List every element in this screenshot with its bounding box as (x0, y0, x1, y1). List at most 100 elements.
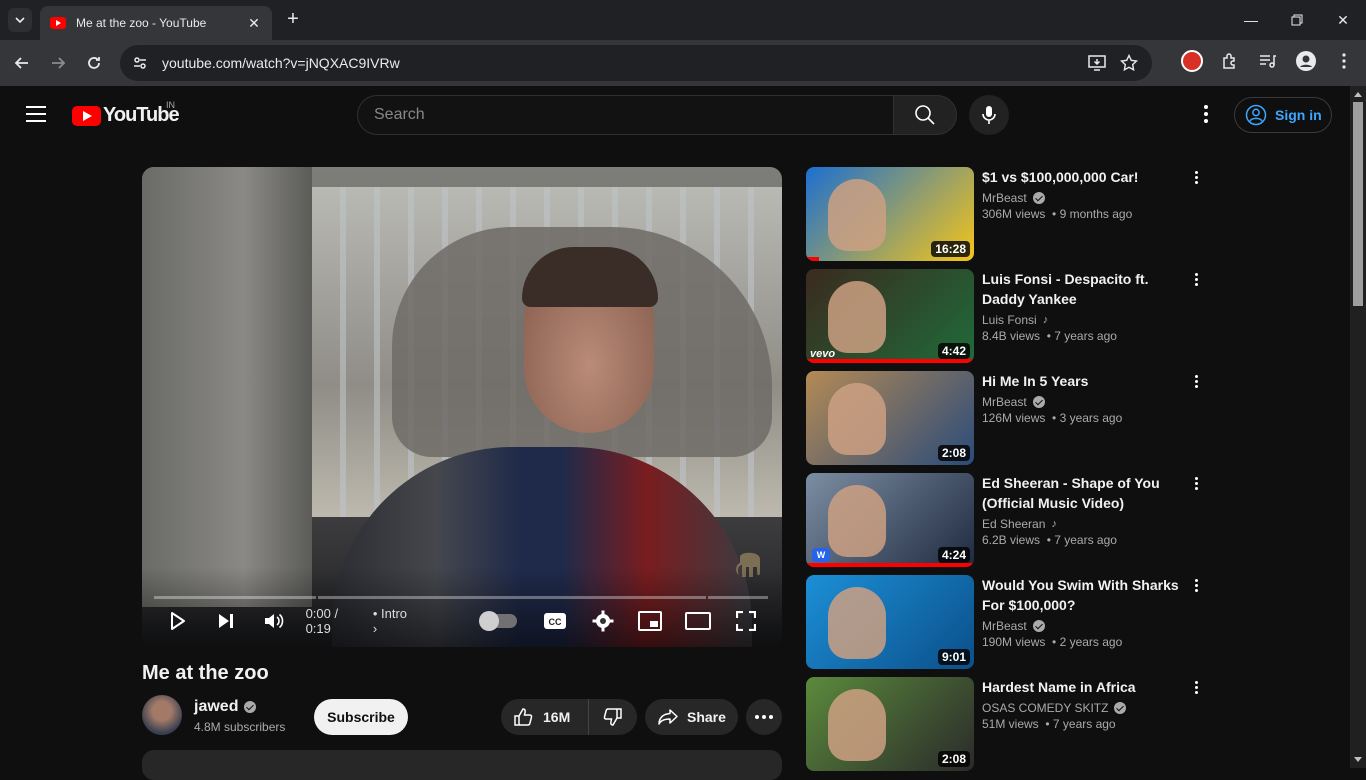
share-button[interactable]: Share (645, 699, 738, 735)
scroll-up-icon[interactable] (1354, 92, 1362, 97)
back-button[interactable] (4, 45, 40, 81)
site-settings-icon[interactable] (132, 55, 148, 71)
video-thumbnail[interactable]: 9:01 (806, 575, 974, 669)
url-text: youtube.com/watch?v=jNQXAC9IVRw (162, 55, 400, 71)
extension-button[interactable] (1178, 47, 1206, 75)
progress-bar[interactable] (154, 596, 770, 599)
profile-button[interactable] (1292, 47, 1320, 75)
search-icon (915, 105, 935, 125)
video-player[interactable]: 0:00 / 0:19 • Intro › CC (142, 167, 782, 647)
more-actions-icon[interactable] (746, 699, 782, 735)
video-thumbnail[interactable]: 2:08 (806, 371, 974, 465)
browser-tab-active[interactable]: Me at the zoo - YouTube ✕ (40, 6, 272, 40)
video-thumbnail[interactable]: 16:28 (806, 167, 974, 261)
recommendation-menu-icon[interactable] (1192, 579, 1200, 595)
recommendation-details[interactable]: Luis Fonsi - Despacito ft. Daddy Yankee L… (982, 269, 1192, 343)
browser-menu-icon[interactable] (1330, 47, 1358, 75)
recommendation-menu-icon[interactable] (1192, 477, 1200, 493)
recommendation-title: Would You Swim With Sharks For $100,000? (982, 577, 1179, 613)
recommendation-item[interactable]: 2:08 Hi Me In 5 Years MrBeast 126M views • … (806, 371, 1216, 465)
fullscreen-button[interactable] (722, 603, 770, 639)
chapter-title-button[interactable]: • Intro › (373, 606, 415, 636)
miniplayer-button[interactable] (626, 603, 674, 639)
extensions-puzzle-icon[interactable] (1216, 47, 1244, 75)
settings-menu-icon[interactable] (1196, 102, 1216, 126)
play-icon (170, 612, 185, 630)
tab-search-button[interactable] (8, 8, 32, 32)
video-title: Me at the zoo (142, 662, 269, 684)
recommendation-menu-icon[interactable] (1192, 273, 1200, 289)
recommendation-meta: 51M views • 7 years ago (982, 717, 1116, 731)
recommendation-channel: MrBeast (982, 619, 1027, 633)
theater-mode-button[interactable] (674, 603, 722, 639)
chapter-segment[interactable] (318, 596, 706, 599)
play-button[interactable] (154, 603, 202, 639)
recommendation-meta: 306M views • 9 months ago (982, 207, 1133, 221)
recommendation-channel: MrBeast (982, 395, 1027, 409)
extension-red-icon (1181, 50, 1203, 72)
captions-button[interactable]: CC (531, 603, 579, 639)
media-controls-icon[interactable] (1254, 47, 1282, 75)
thumbnail-figure (828, 485, 886, 557)
sign-in-button[interactable]: Sign in (1234, 97, 1332, 133)
share-arrow-icon (658, 709, 678, 725)
next-button[interactable] (202, 603, 250, 639)
recommendation-channel-row: MrBeast (982, 395, 1192, 409)
settings-button[interactable] (579, 603, 627, 639)
thumbnail-figure (828, 587, 886, 659)
recommendation-item[interactable]: 9:01 Would You Swim With Sharks For $100,… (806, 575, 1216, 669)
install-app-icon[interactable] (1086, 52, 1108, 74)
forward-button[interactable] (40, 45, 76, 81)
browser-tab-bar: Me at the zoo - YouTube ✕ + — ✕ (0, 0, 1366, 40)
channel-avatar[interactable] (142, 695, 182, 735)
scroll-down-icon[interactable] (1354, 757, 1362, 762)
like-button[interactable]: 16M (501, 699, 589, 735)
recommendation-details[interactable]: Would You Swim With Sharks For $100,000?… (982, 575, 1192, 649)
address-bar[interactable]: youtube.com/watch?v=jNQXAC9IVRw (120, 45, 1152, 81)
search-placeholder: Search (374, 106, 425, 123)
recommendation-channel: Luis Fonsi (982, 313, 1037, 327)
new-tab-button[interactable]: + (282, 9, 304, 31)
recommendation-details[interactable]: Hi Me In 5 Years MrBeast 126M views • 3 ye… (982, 371, 1192, 425)
volume-button[interactable] (250, 603, 298, 639)
close-window-button[interactable]: ✕ (1320, 0, 1366, 40)
close-tab-icon[interactable]: ✕ (246, 15, 262, 32)
channel-name-link[interactable]: jawed (194, 698, 257, 716)
video-thumbnail[interactable]: vevo 4:42 (806, 269, 974, 363)
recommendation-menu-icon[interactable] (1192, 681, 1200, 697)
description-box[interactable] (142, 750, 782, 780)
video-thumbnail[interactable]: W 4:24 (806, 473, 974, 567)
voice-search-button[interactable] (969, 95, 1009, 135)
recommendation-item[interactable]: W 4:24 Ed Sheeran - Shape of You (Official… (806, 473, 1216, 567)
autoplay-toggle[interactable] (478, 611, 517, 631)
microphone-icon (982, 106, 996, 124)
scrollbar-thumb[interactable] (1353, 102, 1363, 306)
recommendation-item[interactable]: vevo 4:42 Luis Fonsi - Despacito ft. Daddy… (806, 269, 1216, 363)
chapter-segment[interactable] (154, 596, 316, 599)
bookmark-star-icon[interactable] (1118, 52, 1140, 74)
page-scrollbar[interactable] (1350, 86, 1366, 768)
restore-icon (1291, 14, 1303, 26)
reload-button[interactable] (76, 45, 112, 81)
volume-icon (264, 613, 283, 629)
recommendation-details[interactable]: Hardest Name in Africa OSAS COMEDY SKITZ 5… (982, 677, 1192, 731)
chapter-segment[interactable] (708, 596, 768, 599)
restore-button[interactable] (1274, 0, 1320, 40)
search-input[interactable]: Search (357, 95, 894, 135)
view-count: 126M views (982, 411, 1046, 425)
recommendation-details[interactable]: $1 vs $100,000,000 Car! MrBeast 306M views… (982, 167, 1192, 221)
guide-menu-icon[interactable] (26, 106, 46, 127)
recommendation-menu-icon[interactable] (1192, 375, 1200, 391)
recommendation-menu-icon[interactable] (1192, 171, 1200, 187)
minimize-button[interactable]: — (1228, 0, 1274, 40)
recommendation-item[interactable]: 16:28 $1 vs $100,000,000 Car! MrBeast 306M … (806, 167, 1216, 261)
recommendation-item[interactable]: 2:08 Hardest Name in Africa OSAS COMEDY SK… (806, 677, 1216, 771)
youtube-logo[interactable]: YouTube IN (72, 100, 180, 127)
recommendation-details[interactable]: Ed Sheeran - Shape of You (Official Musi… (982, 473, 1192, 547)
subscribe-button[interactable]: Subscribe (314, 699, 408, 735)
search-button[interactable] (893, 95, 957, 135)
verified-badge-icon (1032, 192, 1045, 204)
recommendation-channel-row: MrBeast (982, 619, 1192, 633)
dislike-button[interactable] (589, 707, 637, 727)
video-thumbnail[interactable]: 2:08 (806, 677, 974, 771)
